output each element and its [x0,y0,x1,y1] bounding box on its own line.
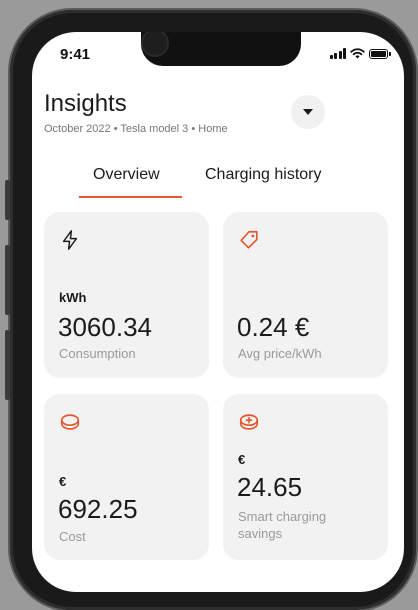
app-screen: 9:41 Insights October 2022 • Tesla model… [32,32,404,592]
filter-dropdown-button[interactable] [291,95,325,129]
active-tab-indicator [79,196,182,198]
coin-plus-icon [239,414,259,430]
price-tag-icon [240,230,258,249]
card-value: 0.24 € [237,312,310,342]
tab-charging-history[interactable]: Charging history [205,166,322,184]
volume-down-button [5,330,10,400]
card-value: 3060.34 [58,312,152,342]
card-unit: € [238,452,246,467]
tab-overview[interactable]: Overview [93,166,160,184]
card-unit: kWh [59,290,87,305]
card-label: Cost [59,529,86,544]
signal-icon [329,48,346,59]
consumption-card[interactable]: kWh 3060.34 Consumption [44,212,209,378]
volume-up-button [5,245,10,315]
card-value: 24.65 [237,472,303,502]
cost-card[interactable]: € 692.25 Cost [44,394,209,560]
wifi-icon [350,48,365,59]
card-label: Smart charging savings [238,509,327,541]
card-label: Consumption [59,346,136,361]
mute-switch [5,180,10,220]
caret-down-icon [303,109,313,115]
card-unit: € [59,474,67,489]
notch [141,32,301,66]
status-icons [329,48,391,59]
camera [141,32,169,57]
status-time: 9:41 [60,46,91,63]
avg-price-card[interactable]: 0.24 € Avg price/kWh [223,212,388,378]
card-label: Avg price/kWh [238,346,322,361]
card-value: 692.25 [58,494,138,524]
lightning-icon [62,230,78,250]
page-title: Insights [44,90,127,117]
smart-charging-savings-card[interactable]: € 24.65 Smart charging savings [223,394,388,560]
coins-icon [60,414,80,430]
battery-icon [369,48,391,59]
page-subtitle: October 2022 • Tesla model 3 • Home [44,123,228,135]
